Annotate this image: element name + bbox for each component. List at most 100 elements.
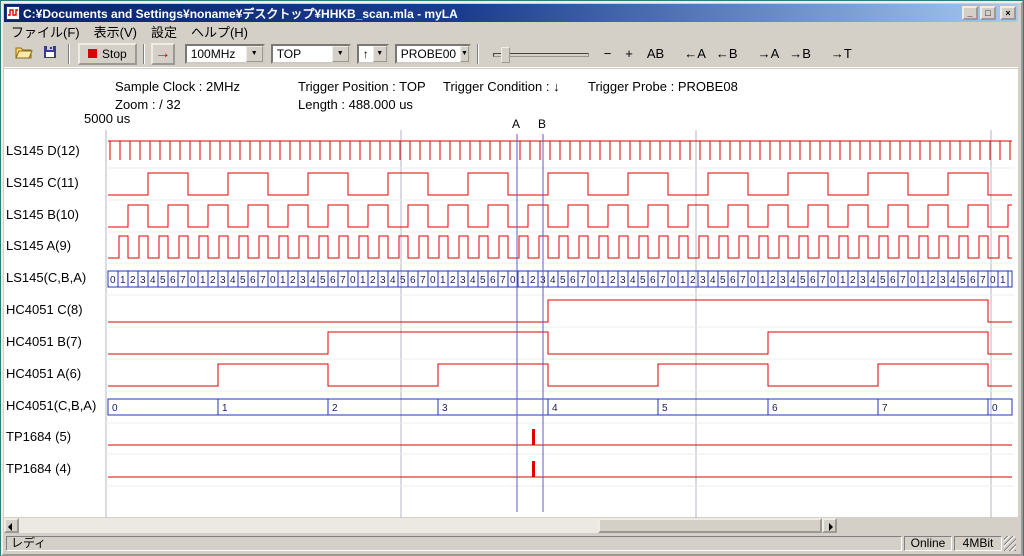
svg-text:2: 2 [130, 275, 136, 286]
info-trigger-condition: Trigger Condition : ↓ [443, 79, 560, 94]
svg-text:3: 3 [620, 275, 626, 286]
open-file-button[interactable] [12, 43, 36, 65]
waveform-plot[interactable]: 0123456701234567012345670123456701234567… [0, 130, 1018, 518]
zoom-in-button[interactable]: + [622, 44, 636, 63]
save-button[interactable] [38, 43, 62, 65]
svg-text:3: 3 [700, 275, 706, 286]
goto-a-left-button[interactable]: ←A [681, 44, 709, 63]
maximize-button[interactable]: □ [980, 6, 996, 20]
svg-text:2: 2 [930, 275, 936, 286]
trigger-position-select[interactable]: TOP ▼ [271, 44, 351, 64]
svg-text:0: 0 [910, 275, 916, 286]
svg-text:6: 6 [650, 275, 656, 286]
goto-a-right-button[interactable]: →A [755, 44, 783, 63]
timebase-label: 5000 us [84, 111, 130, 126]
zoom-slider[interactable] [493, 45, 589, 63]
svg-text:1: 1 [440, 275, 446, 286]
svg-text:1: 1 [1000, 275, 1006, 286]
info-trigger-position: Trigger Position : TOP [298, 79, 426, 94]
svg-text:5: 5 [480, 275, 486, 286]
svg-text:1: 1 [360, 275, 366, 286]
svg-text:0: 0 [430, 275, 436, 286]
svg-text:3: 3 [460, 275, 466, 286]
run-arrow-icon: → [155, 46, 171, 62]
svg-text:1: 1 [760, 275, 766, 286]
svg-text:0: 0 [990, 275, 996, 286]
svg-text:3: 3 [140, 275, 146, 286]
menu-help[interactable]: ヘルプ(H) [184, 21, 255, 42]
info-zoom: Zoom : / 32 [115, 97, 181, 112]
svg-text:5: 5 [640, 275, 646, 286]
svg-text:2: 2 [610, 275, 616, 286]
dropdown-arrow-icon[interactable]: ▼ [246, 46, 263, 62]
scroll-left-button[interactable] [4, 518, 19, 533]
scrollbar-thumb[interactable] [598, 518, 822, 533]
svg-text:4: 4 [870, 275, 876, 286]
dropdown-arrow-icon[interactable]: ▼ [460, 46, 469, 62]
svg-text:6: 6 [772, 403, 778, 414]
goto-b-right-button[interactable]: →B [786, 44, 814, 63]
statusbar: レディ Online 4MBit [4, 535, 1018, 552]
trigger-position-value: TOP [273, 47, 332, 61]
svg-text:4: 4 [710, 275, 716, 286]
svg-text:3: 3 [220, 275, 226, 286]
svg-text:1: 1 [222, 403, 228, 414]
sample-clock-select[interactable]: 100MHz ▼ [185, 44, 265, 64]
app-icon [6, 6, 20, 20]
svg-text:4: 4 [230, 275, 236, 286]
zoom-slider-thumb[interactable] [501, 47, 510, 63]
svg-text:5: 5 [880, 275, 886, 286]
zoom-out-button[interactable]: − [601, 44, 615, 63]
svg-text:6: 6 [490, 275, 496, 286]
svg-text:7: 7 [980, 275, 986, 286]
svg-text:7: 7 [882, 403, 888, 414]
svg-text:0: 0 [270, 275, 276, 286]
svg-text:1: 1 [200, 275, 206, 286]
sample-clock-value: 100MHz [187, 47, 246, 61]
scroll-right-button[interactable] [822, 518, 837, 533]
svg-text:7: 7 [420, 275, 426, 286]
svg-text:2: 2 [530, 275, 536, 286]
menubar: ファイル(F) 表示(V) 設定 ヘルプ(H) [4, 22, 1018, 40]
svg-text:7: 7 [340, 275, 346, 286]
goto-b-left-button[interactable]: ←B [713, 44, 741, 63]
menu-file[interactable]: ファイル(F) [4, 21, 87, 42]
svg-text:0: 0 [510, 275, 516, 286]
svg-text:5: 5 [960, 275, 966, 286]
minimize-button[interactable]: _ [962, 6, 978, 20]
zoom-ab-button[interactable]: AB [644, 44, 667, 63]
stop-icon [88, 49, 97, 58]
horizontal-scrollbar[interactable] [4, 518, 837, 533]
svg-text:0: 0 [112, 403, 118, 414]
svg-text:2: 2 [850, 275, 856, 286]
svg-text:1: 1 [280, 275, 286, 286]
svg-text:2: 2 [290, 275, 296, 286]
svg-text:6: 6 [730, 275, 736, 286]
resize-grip[interactable] [1004, 536, 1016, 551]
trigger-edge-select[interactable]: ↑ ▼ [357, 44, 389, 64]
folder-open-icon [15, 45, 33, 62]
goto-trigger-button[interactable]: →T [828, 44, 855, 63]
stop-button[interactable]: Stop [78, 43, 137, 65]
titlebar[interactable]: C:¥Documents and Settings¥noname¥デスクトップ¥… [4, 4, 1018, 22]
menu-settings[interactable]: 設定 [144, 21, 184, 42]
svg-text:1: 1 [520, 275, 526, 286]
stop-label: Stop [102, 47, 127, 61]
svg-text:7: 7 [180, 275, 186, 286]
dropdown-arrow-icon[interactable]: ▼ [332, 46, 349, 62]
close-button[interactable]: × [1000, 6, 1016, 20]
trigger-probe-select[interactable]: PROBE00 ▼ [395, 44, 471, 64]
svg-text:4: 4 [150, 275, 156, 286]
toolbar-separator [68, 44, 70, 64]
svg-text:6: 6 [330, 275, 336, 286]
svg-text:7: 7 [740, 275, 746, 286]
run-button[interactable]: → [151, 43, 175, 65]
menu-view[interactable]: 表示(V) [87, 21, 144, 42]
svg-text:2: 2 [450, 275, 456, 286]
svg-text:5: 5 [320, 275, 326, 286]
svg-text:5: 5 [560, 275, 566, 286]
svg-text:4: 4 [552, 403, 558, 414]
window-title: C:¥Documents and Settings¥noname¥デスクトップ¥… [23, 5, 962, 22]
svg-text:5: 5 [160, 275, 166, 286]
dropdown-arrow-icon[interactable]: ▼ [373, 46, 387, 62]
